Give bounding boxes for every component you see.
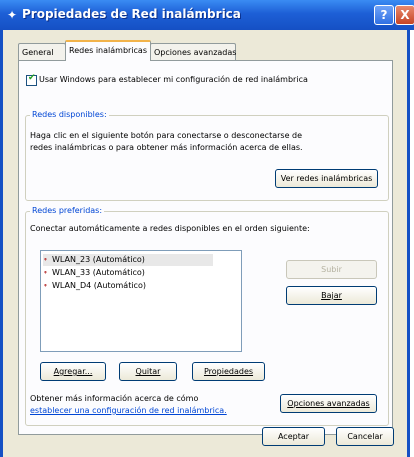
preferred-networks-group: Redes preferidas: Conectar automáticamen… [25, 205, 389, 426]
preferred-networks-legend: Redes preferidas: [30, 205, 105, 216]
tab-advanced-options[interactable]: Opciones avanzadas [150, 43, 236, 60]
list-item-label: WLAN_D4 (Automático) [52, 281, 146, 290]
more-info-text: Obtener más información acerca de cómo [30, 394, 199, 403]
window-title: Propiedades de Red inalámbrica [22, 7, 241, 21]
advanced-options-label: Opciones avanzadas [287, 399, 370, 408]
available-networks-text-2: redes inalámbricas o para obtener más in… [30, 143, 303, 152]
add-label: Agregar... [53, 367, 93, 376]
checkmark-icon: ✔ [28, 73, 36, 83]
ok-button[interactable]: Aceptar [262, 427, 325, 446]
tab-panel: ✔ Usar Windows para establecer mi config… [18, 60, 393, 435]
cancel-button[interactable]: Cancelar [336, 427, 394, 446]
configuration-help-link[interactable]: establecer una configuración de red inal… [30, 405, 227, 416]
wireless-network-icon: ᛭ [43, 255, 48, 264]
properties-button[interactable]: Propiedades [192, 362, 265, 381]
title-bar[interactable]: ✦ Propiedades de Red inalámbrica ? X [0, 0, 414, 30]
preferred-networks-desc: Conectar automáticamente a redes disponi… [30, 224, 310, 233]
help-button[interactable]: ? [374, 5, 394, 25]
available-networks-text-1: Haga clic en el siguiente botón para con… [30, 131, 303, 140]
list-item-label: WLAN_23 (Automático) [52, 255, 145, 264]
list-item[interactable]: ᛭ WLAN_33 (Automático) [43, 267, 145, 279]
dialog-body: General Redes inalámbricas Opciones avan… [0, 30, 410, 457]
use-windows-label: Usar Windows para establecer mi configur… [39, 75, 308, 84]
preferred-networks-list[interactable]: ᛭ WLAN_23 (Automático) ᛭ WLAN_33 (Automáti… [40, 250, 242, 352]
wireless-network-icon: ᛭ [43, 268, 48, 277]
view-wireless-networks-button[interactable]: Ver redes inalámbricas [275, 169, 378, 188]
remove-button[interactable]: Quitar [119, 362, 177, 381]
remove-label: Quitar [135, 367, 161, 376]
list-item[interactable]: ᛭ WLAN_D4 (Automático) [43, 280, 146, 292]
tab-wireless-networks[interactable]: Redes inalámbricas [65, 40, 151, 61]
use-windows-checkbox[interactable]: ✔ [26, 73, 37, 86]
list-item-label: WLAN_33 (Automático) [52, 268, 145, 277]
network-icon: ✦ [7, 8, 18, 22]
advanced-options-button[interactable]: Opciones avanzadas [280, 394, 377, 413]
wireless-network-icon: ᛭ [43, 281, 48, 290]
close-button[interactable]: X [395, 5, 414, 25]
available-networks-legend: Redes disponibles: [30, 109, 109, 120]
move-down-button[interactable]: Bajar [286, 286, 377, 305]
add-button[interactable]: Agregar... [40, 362, 106, 381]
properties-dialog: ✦ Propiedades de Red inalámbrica ? X Gen… [0, 0, 414, 457]
properties-label: Propiedades [203, 367, 254, 376]
available-networks-group: Redes disponibles: Haga clic en el sigui… [25, 109, 389, 201]
move-up-button[interactable]: Subir [286, 260, 377, 279]
move-down-label: Bajar [321, 291, 342, 300]
list-item[interactable]: ᛭ WLAN_23 (Automático) [43, 254, 213, 266]
tab-general[interactable]: General [18, 43, 66, 60]
